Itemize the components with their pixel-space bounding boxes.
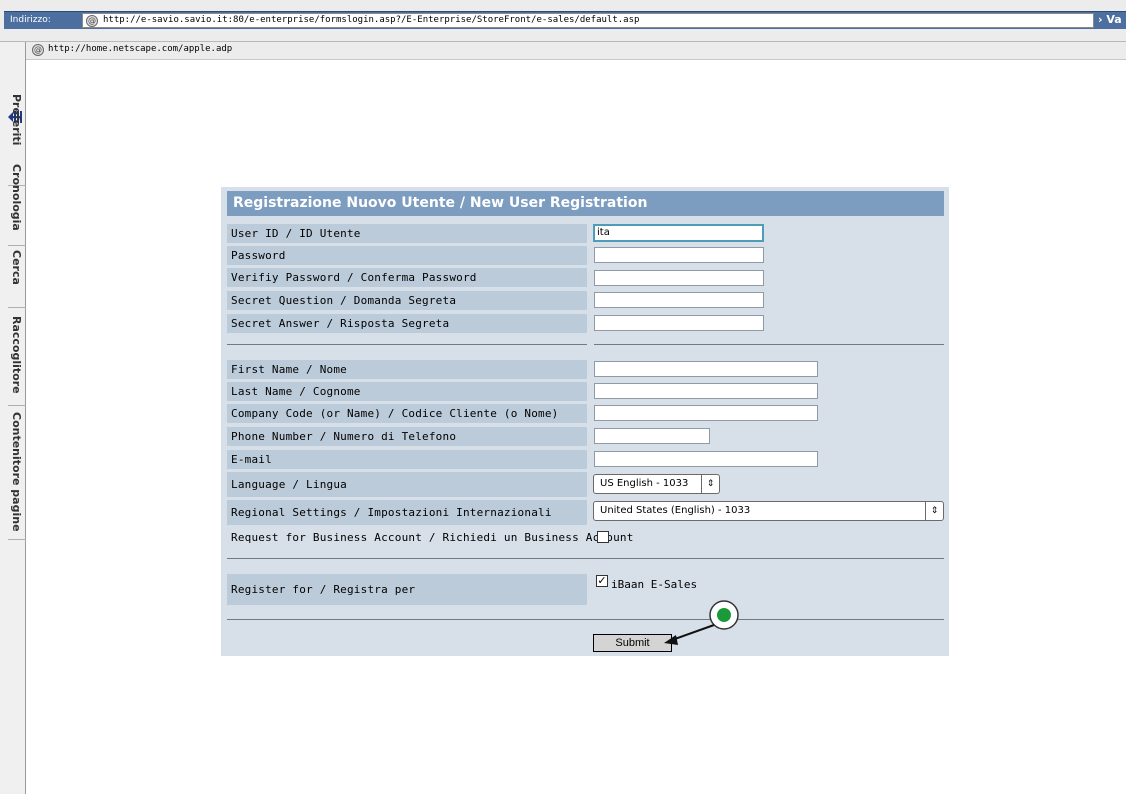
password-input[interactable] bbox=[594, 247, 764, 263]
up-down-arrows-icon: ⇕ bbox=[925, 502, 943, 520]
last-name-input[interactable] bbox=[594, 383, 818, 399]
up-down-arrows-icon: ⇕ bbox=[701, 475, 719, 493]
first-name-input[interactable] bbox=[594, 361, 818, 377]
field-label-secret-answer: Secret Answer / Risposta Segreta bbox=[227, 314, 587, 333]
field-label-phone: Phone Number / Numero di Telefono bbox=[227, 427, 587, 446]
field-label-first-name: First Name / Nome bbox=[227, 360, 587, 379]
field-label-company: Company Code (or Name) / Codice Cliente … bbox=[227, 404, 587, 423]
ibaan-esales-checkbox[interactable]: ✓ bbox=[596, 575, 608, 587]
field-label-business-account: Request for Business Account / Richiedi … bbox=[231, 531, 634, 544]
email-input[interactable] bbox=[594, 451, 818, 467]
divider bbox=[227, 619, 944, 620]
language-select[interactable]: US English - 1033 ⇕ bbox=[593, 474, 720, 494]
ibaan-esales-label: iBaan E-Sales bbox=[611, 578, 698, 591]
field-label-email: E-mail bbox=[227, 450, 587, 469]
verify-password-input[interactable] bbox=[594, 270, 764, 286]
divider bbox=[227, 558, 944, 559]
company-input[interactable] bbox=[594, 405, 818, 421]
regional-selected: United States (English) - 1033 bbox=[600, 505, 751, 516]
checkmark-icon: ✓ bbox=[597, 574, 607, 587]
divider bbox=[227, 344, 587, 345]
submit-button[interactable]: Submit bbox=[593, 634, 672, 652]
field-label-last-name: Last Name / Cognome bbox=[227, 382, 587, 401]
regional-select[interactable]: United States (English) - 1033 ⇕ bbox=[593, 501, 944, 521]
field-label-password: Password bbox=[227, 246, 587, 265]
form-fields-layer: User ID / ID Utente ita Password Verifiy… bbox=[0, 0, 1126, 794]
field-label-verify-password: Verifiy Password / Conferma Password bbox=[227, 268, 587, 287]
divider bbox=[594, 344, 944, 345]
secret-answer-input[interactable] bbox=[594, 315, 764, 331]
field-label-user-id: User ID / ID Utente bbox=[227, 224, 587, 243]
phone-input[interactable] bbox=[594, 428, 710, 444]
user-id-input[interactable]: ita bbox=[593, 224, 764, 242]
field-label-register-for: Register for / Registra per bbox=[227, 574, 587, 605]
business-account-checkbox[interactable] bbox=[597, 531, 609, 543]
field-label-regional: Regional Settings / Impostazioni Interna… bbox=[227, 500, 587, 525]
field-label-language: Language / Lingua bbox=[227, 472, 587, 497]
language-selected: US English - 1033 bbox=[600, 478, 689, 489]
secret-question-input[interactable] bbox=[594, 292, 764, 308]
field-label-secret-question: Secret Question / Domanda Segreta bbox=[227, 291, 587, 310]
